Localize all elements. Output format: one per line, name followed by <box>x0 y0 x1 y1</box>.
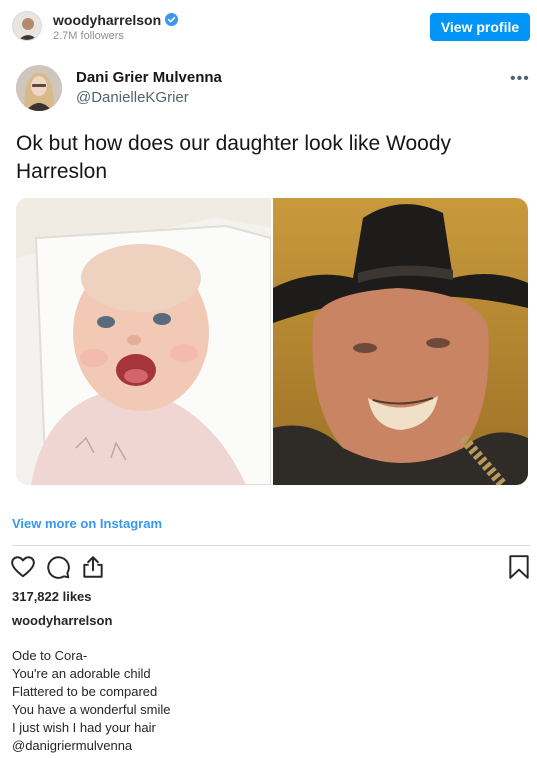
comment-icon[interactable] <box>45 554 71 580</box>
tweet-author-avatar <box>16 65 62 111</box>
view-profile-button[interactable]: View profile <box>430 13 530 41</box>
follower-count: 2.7M followers <box>53 30 124 42</box>
tweet-author-handle: @DanielleKGrier <box>76 89 189 106</box>
caption-username[interactable]: woodyharrelson <box>12 613 112 628</box>
more-options-icon: ••• <box>510 70 530 87</box>
like-count[interactable]: 317,822 likes <box>12 589 92 604</box>
tweet-author-name: Dani Grier Mulvenna <box>76 69 222 86</box>
profile-avatar[interactable] <box>12 11 42 41</box>
share-icon[interactable] <box>80 554 106 580</box>
view-more-link[interactable]: View more on Instagram <box>12 516 162 531</box>
post-caption: Ode to Cora- You're an adorable child Fl… <box>12 647 171 755</box>
baby-photo <box>16 198 271 485</box>
heart-icon[interactable] <box>10 554 36 580</box>
profile-username[interactable]: woodyharrelson <box>53 12 161 28</box>
divider <box>12 545 530 546</box>
caption-line: Flattered to be compared <box>12 684 158 699</box>
caption-line: You're an adorable child <box>12 666 151 681</box>
caption-line: You have a wonderful smile <box>12 702 171 717</box>
caption-line: I just wish I had your hair <box>12 720 156 735</box>
caption-mention-link[interactable]: @danigriermulvenna <box>12 737 171 755</box>
woody-harrelson-cowboy-hat-photo <box>273 198 528 485</box>
tweet-text: Ok but how does our daughter look like W… <box>16 132 452 183</box>
bookmark-icon[interactable] <box>506 554 532 580</box>
post-header: woodyharrelson 2.7M followers View profi… <box>0 0 537 50</box>
tweet-photo-grid <box>16 198 528 485</box>
caption-line: Ode to Cora- <box>12 648 88 663</box>
verified-badge-icon <box>165 13 178 26</box>
